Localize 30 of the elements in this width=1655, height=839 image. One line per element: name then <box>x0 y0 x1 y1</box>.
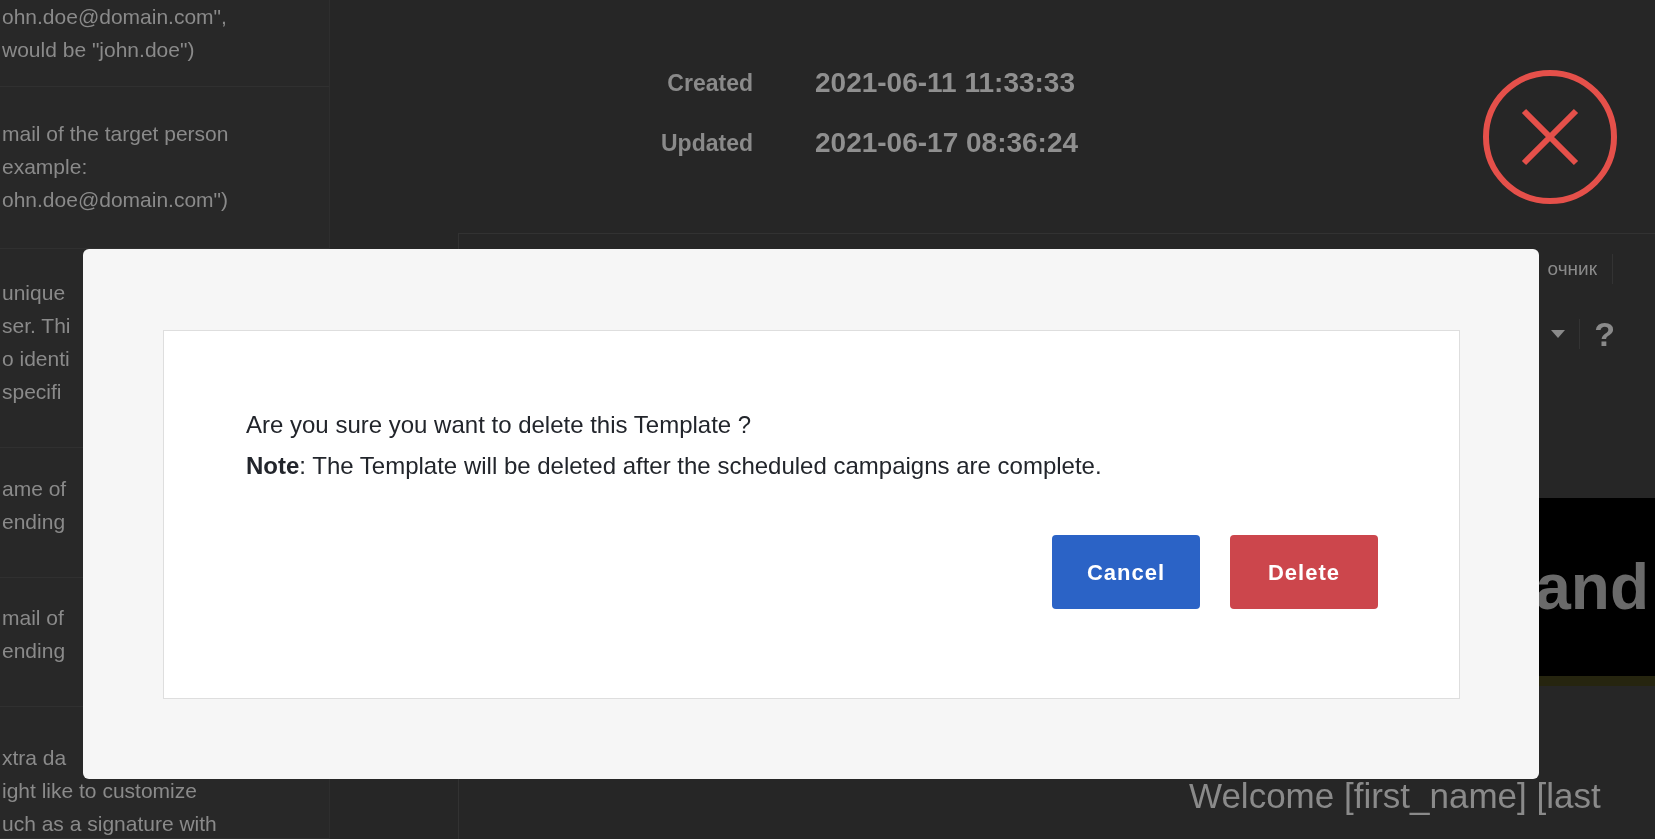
help-text: ight like to customize <box>2 778 197 804</box>
meta-value: 2021-06-17 08:36:24 <box>815 126 1079 160</box>
help-text: ending <box>2 638 66 664</box>
help-text: ser. Thi <box>2 313 71 339</box>
meta-label: Created <box>667 68 753 98</box>
help-button[interactable]: ? <box>1594 308 1615 360</box>
meta-label: Updated <box>661 128 753 158</box>
delete-button[interactable]: Delete <box>1230 535 1378 609</box>
help-text: example: <box>2 154 88 180</box>
help-text: mail of the target person <box>2 121 229 147</box>
confirm-note: Note: The Template will be deleted after the scheduled campaigns are complete. <box>246 451 1103 481</box>
help-text: would be "john.doe") <box>2 37 195 63</box>
banner-text: and <box>1535 555 1649 619</box>
help-text: o identi <box>2 346 70 372</box>
help-text: ohn.doe@domain.com") <box>2 187 229 213</box>
cancel-button[interactable]: Cancel <box>1052 535 1200 609</box>
help-text: unique <box>2 280 66 306</box>
body-text: Welcome [first_name] [last <box>1189 776 1601 815</box>
toolbar-text[interactable]: очник <box>1547 254 1597 284</box>
close-icon[interactable] <box>1482 69 1618 205</box>
help-text: xtra da <box>2 745 67 771</box>
help-text: ame of <box>2 476 67 502</box>
help-text: ohn.doe@domain.com", <box>2 4 227 30</box>
help-text: ending <box>2 509 66 535</box>
help-text: specifi <box>2 379 62 405</box>
help-text: uch as a signature with <box>2 811 217 837</box>
meta-value: 2021-06-11 11:33:33 <box>815 66 1076 100</box>
caret-icon[interactable] <box>1551 330 1566 338</box>
help-text: mail of <box>2 605 64 631</box>
confirm-message: Are you sure you want to delete this Template ? <box>246 410 753 440</box>
